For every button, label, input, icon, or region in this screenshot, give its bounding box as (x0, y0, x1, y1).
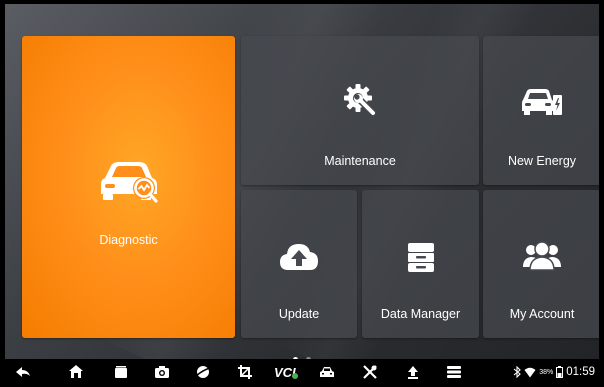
vci-icon[interactable]: VCI (273, 364, 301, 380)
data-manager-tile[interactable]: Data Manager (362, 190, 479, 338)
maintenance-tile[interactable]: Maintenance (241, 36, 479, 185)
page-dot (306, 357, 312, 359)
update-tile[interactable]: Update (241, 190, 357, 338)
my-account-label: My Account (509, 307, 575, 321)
data-manager-label: Data Manager (380, 307, 461, 321)
status-area: 38% 01:59 (513, 364, 595, 380)
my-account-tile[interactable]: My Account (483, 190, 599, 338)
home-icon[interactable] (68, 364, 84, 380)
new-energy-tile[interactable]: New Energy (483, 36, 599, 185)
cloud-upload-icon (280, 244, 318, 270)
page-dot-active (292, 357, 298, 359)
tools-icon[interactable] (362, 364, 378, 380)
navigation-bar: VCI 38% 01:59 (5, 360, 599, 384)
update-label: Update (278, 307, 320, 321)
gear-wrench-icon (344, 84, 377, 117)
wifi-icon (524, 367, 536, 377)
device-frame: Diagnostic Maintenance New Energy Update… (0, 0, 604, 387)
browser-icon[interactable] (195, 364, 211, 380)
crop-icon[interactable] (237, 364, 253, 380)
ev-car-charger-icon (522, 89, 562, 115)
diagnostic-tile[interactable]: Diagnostic (22, 36, 235, 338)
car-diagnostic-icon (100, 162, 158, 203)
recents-icon[interactable] (113, 364, 129, 380)
bluetooth-icon (513, 366, 522, 378)
file-drawer-icon (407, 243, 434, 272)
camera-icon[interactable] (154, 364, 170, 380)
maintenance-label: Maintenance (324, 154, 396, 168)
users-icon (523, 241, 561, 271)
new-energy-label: New Energy (507, 154, 577, 168)
page-indicator (5, 349, 599, 359)
diagnostic-label: Diagnostic (99, 233, 158, 247)
battery-percent: 38% (539, 368, 554, 376)
back-icon[interactable] (15, 364, 31, 380)
car-icon[interactable] (319, 364, 335, 380)
clock: 01:59 (566, 366, 595, 378)
battery-icon (556, 366, 564, 378)
menu-icon[interactable] (446, 364, 462, 380)
upload-icon[interactable] (405, 364, 421, 380)
home-screen: Diagnostic Maintenance New Energy Update… (5, 4, 599, 359)
